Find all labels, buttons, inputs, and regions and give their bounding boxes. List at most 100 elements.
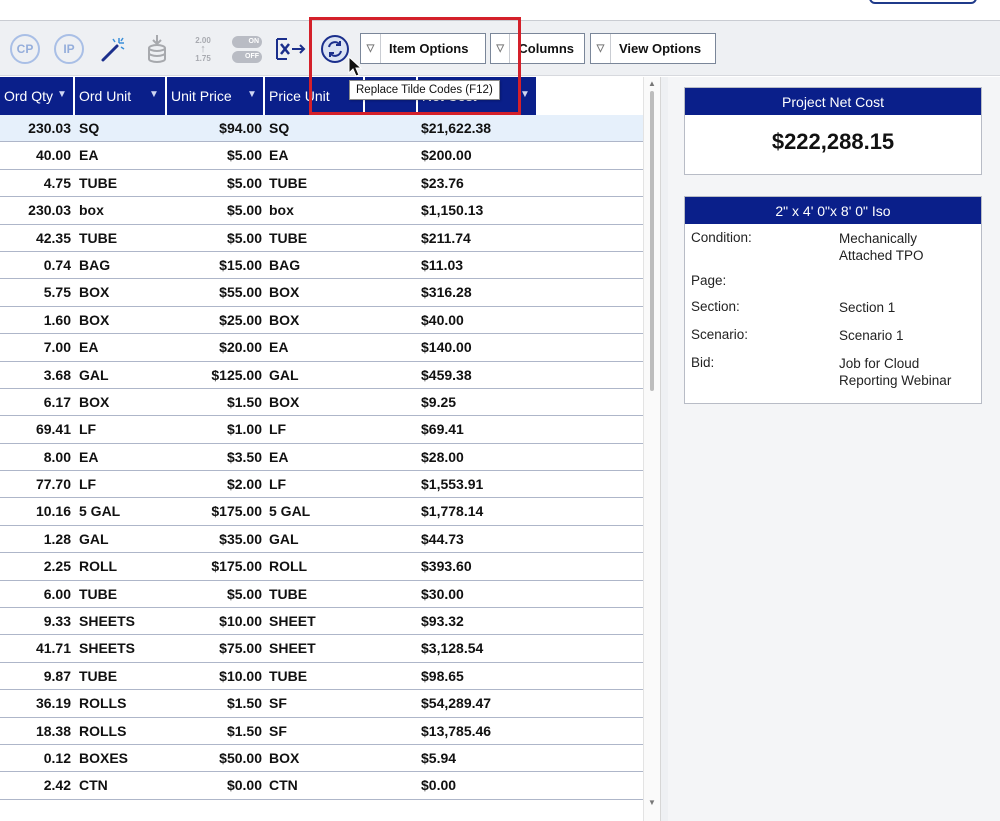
table-row[interactable]: 7.00 EA $20.00 EA $140.00 [0, 334, 643, 362]
cell-ord-qty[interactable]: 230.03 [0, 115, 71, 142]
magic-wand-icon[interactable] [96, 31, 130, 67]
cell-ord-unit[interactable]: BOX [79, 279, 164, 306]
cell-ord-qty[interactable]: 230.03 [0, 197, 71, 224]
table-row[interactable]: 1.28 GAL $35.00 GAL $44.73 [0, 526, 643, 554]
col-header-ord-unit[interactable]: Ord Unit ▼ [75, 77, 167, 115]
item-options-dropdown[interactable]: ▽ Item Options [360, 33, 486, 64]
view-options-dropdown[interactable]: ▽ View Options [590, 33, 716, 64]
cell-price-unit[interactable]: BOX [269, 389, 364, 416]
cell-net-cost[interactable]: $9.25 [421, 389, 541, 416]
cell-ord-qty[interactable]: 0.12 [0, 745, 71, 772]
cell-price-unit[interactable]: BOX [269, 745, 364, 772]
cell-net-cost[interactable]: $21,622.38 [421, 115, 541, 142]
cell-unit-price[interactable]: $0.00 [168, 772, 262, 799]
cell-unit-price[interactable]: $10.00 [168, 608, 262, 635]
cell-price-unit[interactable]: BAG [269, 252, 364, 279]
cell-price-unit[interactable]: TUBE [269, 225, 364, 252]
cell-ord-qty[interactable]: 69.41 [0, 416, 71, 443]
cell-unit-price[interactable]: $3.50 [168, 444, 262, 471]
cell-unit-price[interactable]: $50.00 [168, 745, 262, 772]
cell-price-unit[interactable]: SF [269, 718, 364, 745]
cell-price-unit[interactable]: SHEET [269, 608, 364, 635]
cp-icon[interactable]: CP [8, 31, 42, 67]
table-row[interactable]: 1.60 BOX $25.00 BOX $40.00 [0, 307, 643, 335]
cell-net-cost[interactable]: $5.94 [421, 745, 541, 772]
cell-price-unit[interactable]: SF [269, 690, 364, 717]
cell-net-cost[interactable]: $11.03 [421, 252, 541, 279]
cell-ord-unit[interactable]: TUBE [79, 663, 164, 690]
rounding-icon[interactable]: 2.00 ↑ 1.75 [186, 31, 220, 67]
scroll-thumb[interactable] [650, 91, 654, 391]
top-partial-button[interactable] [869, 0, 977, 4]
col-header-unit-price[interactable]: Unit Price ▼ [167, 77, 265, 115]
filter-icon[interactable]: ▼ [247, 89, 257, 101]
cell-ord-unit[interactable]: box [79, 197, 164, 224]
cell-price-unit[interactable]: box [269, 197, 364, 224]
cell-ord-unit[interactable]: BOX [79, 307, 164, 334]
cell-ord-unit[interactable]: CTN [79, 772, 164, 799]
cell-ord-qty[interactable]: 10.16 [0, 498, 71, 525]
cell-ord-unit[interactable]: BOXES [79, 745, 164, 772]
cell-net-cost[interactable]: $28.00 [421, 444, 541, 471]
cell-unit-price[interactable]: $1.50 [168, 389, 262, 416]
cell-net-cost[interactable]: $40.00 [421, 307, 541, 334]
cell-ord-unit[interactable]: BAG [79, 252, 164, 279]
toggle-on-off-icon[interactable]: ON OFF [230, 31, 264, 67]
cell-ord-unit[interactable]: ROLLS [79, 718, 164, 745]
cell-net-cost[interactable]: $393.60 [421, 553, 541, 580]
table-row[interactable]: 0.74 BAG $15.00 BAG $11.03 [0, 252, 643, 280]
table-row[interactable]: 230.03 box $5.00 box $1,150.13 [0, 197, 643, 225]
cell-price-unit[interactable]: LF [269, 471, 364, 498]
table-row[interactable]: 42.35 TUBE $5.00 TUBE $211.74 [0, 225, 643, 252]
cell-ord-qty[interactable]: 18.38 [0, 718, 71, 745]
cell-ord-unit[interactable]: EA [79, 142, 164, 169]
cell-unit-price[interactable]: $175.00 [168, 553, 262, 580]
cell-unit-price[interactable]: $25.00 [168, 307, 262, 334]
cell-unit-price[interactable]: $1.50 [168, 718, 262, 745]
cell-ord-qty[interactable]: 1.60 [0, 307, 71, 334]
cell-price-unit[interactable]: EA [269, 444, 364, 471]
cell-net-cost[interactable]: $1,778.14 [421, 498, 541, 525]
cell-ord-unit[interactable]: SQ [79, 115, 164, 142]
filter-icon[interactable]: ▼ [520, 89, 530, 101]
cell-unit-price[interactable]: $20.00 [168, 334, 262, 361]
cell-net-cost[interactable]: $1,553.91 [421, 471, 541, 498]
cell-price-unit[interactable]: SHEET [269, 635, 364, 662]
cell-ord-qty[interactable]: 0.74 [0, 252, 71, 279]
export-x-icon[interactable] [274, 31, 308, 67]
cell-ord-unit[interactable]: GAL [79, 362, 164, 389]
cell-price-unit[interactable]: CTN [269, 772, 364, 799]
cell-ord-qty[interactable]: 1.28 [0, 526, 71, 553]
cell-unit-price[interactable]: $5.00 [168, 197, 262, 224]
table-row[interactable]: 3.68 GAL $125.00 GAL $459.38 [0, 362, 643, 389]
cell-ord-qty[interactable]: 9.33 [0, 608, 71, 635]
database-download-icon[interactable] [142, 31, 172, 67]
cell-ord-unit[interactable]: TUBE [79, 225, 164, 252]
cell-price-unit[interactable]: BOX [269, 307, 364, 334]
col-header-ord-qty[interactable]: Ord Qty ▼ [0, 77, 75, 115]
cell-ord-qty[interactable]: 5.75 [0, 279, 71, 306]
cell-price-unit[interactable]: BOX [269, 279, 364, 306]
cell-net-cost[interactable]: $44.73 [421, 526, 541, 553]
cell-unit-price[interactable]: $5.00 [168, 142, 262, 169]
cell-net-cost[interactable]: $54,289.47 [421, 690, 541, 717]
cell-unit-price[interactable]: $175.00 [168, 498, 262, 525]
replace-tilde-icon[interactable] [318, 31, 352, 67]
cell-ord-qty[interactable]: 2.25 [0, 553, 71, 580]
scroll-up-icon[interactable]: ▲ [648, 79, 656, 88]
cell-net-cost[interactable]: $0.00 [421, 772, 541, 799]
cell-net-cost[interactable]: $459.38 [421, 362, 541, 389]
cell-ord-unit[interactable]: LF [79, 416, 164, 443]
cell-net-cost[interactable]: $200.00 [421, 142, 541, 169]
cell-unit-price[interactable]: $1.00 [168, 416, 262, 443]
table-row[interactable]: 69.41 LF $1.00 LF $69.41 [0, 416, 643, 444]
table-row[interactable]: 41.71 SHEETS $75.00 SHEET $3,128.54 [0, 635, 643, 663]
cell-ord-qty[interactable]: 6.17 [0, 389, 71, 416]
cell-price-unit[interactable]: TUBE [269, 170, 364, 197]
cell-price-unit[interactable]: SQ [269, 115, 364, 142]
table-row[interactable]: 10.16 5 GAL $175.00 5 GAL $1,778.14 [0, 498, 643, 526]
table-row[interactable]: 40.00 EA $5.00 EA $200.00 [0, 142, 643, 170]
cell-net-cost[interactable]: $93.32 [421, 608, 541, 635]
scroll-down-icon[interactable]: ▼ [648, 798, 656, 807]
cell-net-cost[interactable]: $211.74 [421, 225, 541, 252]
